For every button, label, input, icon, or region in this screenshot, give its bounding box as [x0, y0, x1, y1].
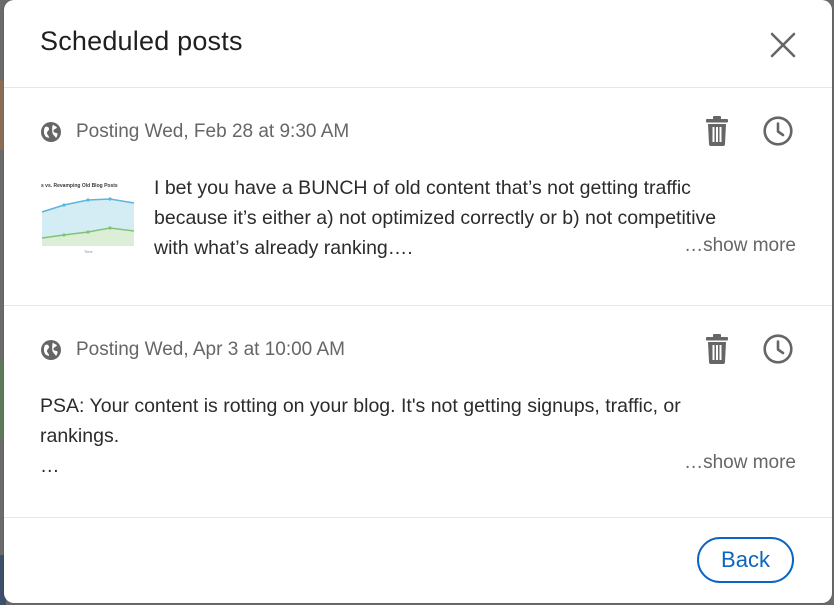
post-schedule-meta: Posting Wed, Apr 3 at 10:00 AM: [40, 336, 345, 364]
delete-post-button[interactable]: [700, 332, 734, 366]
post-body-line: PSA: Your content is rotting on your blo…: [40, 395, 681, 417]
globe-icon: [40, 339, 62, 361]
trash-icon: [706, 116, 728, 146]
back-button[interactable]: Back: [697, 537, 794, 583]
scheduled-posts-dialog: Scheduled posts Posting Wed, Feb 28 at 9…: [4, 0, 832, 603]
post-schedule-text: Posting Wed, Apr 3 at 10:00 AM: [76, 339, 345, 360]
thumbnail-axis-label: Time: [84, 249, 94, 254]
thumbnail-line-chart: s vs. Revamping Old Blog Posts Time: [40, 172, 136, 268]
post-schedule-text: Posting Wed, Feb 28 at 9:30 AM: [76, 121, 350, 142]
dialog-title: Scheduled posts: [40, 26, 243, 56]
trash-icon: [706, 334, 728, 364]
show-more-link[interactable]: …show more: [684, 452, 796, 474]
thumbnail-title: s vs. Revamping Old Blog Posts: [41, 183, 118, 189]
post-body-line: rankings.: [40, 425, 120, 447]
post-body-line: I bet you have a BUNCH of old content th…: [154, 177, 691, 199]
reschedule-post-button[interactable]: [761, 114, 795, 148]
dialog-footer: Back: [4, 518, 832, 603]
clock-icon: [763, 334, 793, 364]
reschedule-post-button[interactable]: [761, 332, 795, 366]
post-schedule-meta: Posting Wed, Feb 28 at 9:30 AM: [40, 118, 349, 146]
scheduled-post-item: Posting Wed, Apr 3 at 10:00 AM PSA: Your…: [4, 306, 832, 518]
close-button[interactable]: [766, 28, 800, 62]
delete-post-button[interactable]: [700, 114, 734, 148]
post-body-line: because it’s either a) not optimized cor…: [154, 207, 717, 229]
globe-icon: [40, 121, 62, 143]
close-icon: [770, 32, 796, 58]
scheduled-post-item: Posting Wed, Feb 28 at 9:30 AM s vs. Rev…: [4, 88, 832, 306]
clock-icon: [763, 116, 793, 146]
dialog-header: Scheduled posts: [4, 0, 832, 88]
show-more-link[interactable]: …show more: [684, 235, 796, 257]
post-thumbnail[interactable]: s vs. Revamping Old Blog Posts Time: [40, 172, 136, 268]
